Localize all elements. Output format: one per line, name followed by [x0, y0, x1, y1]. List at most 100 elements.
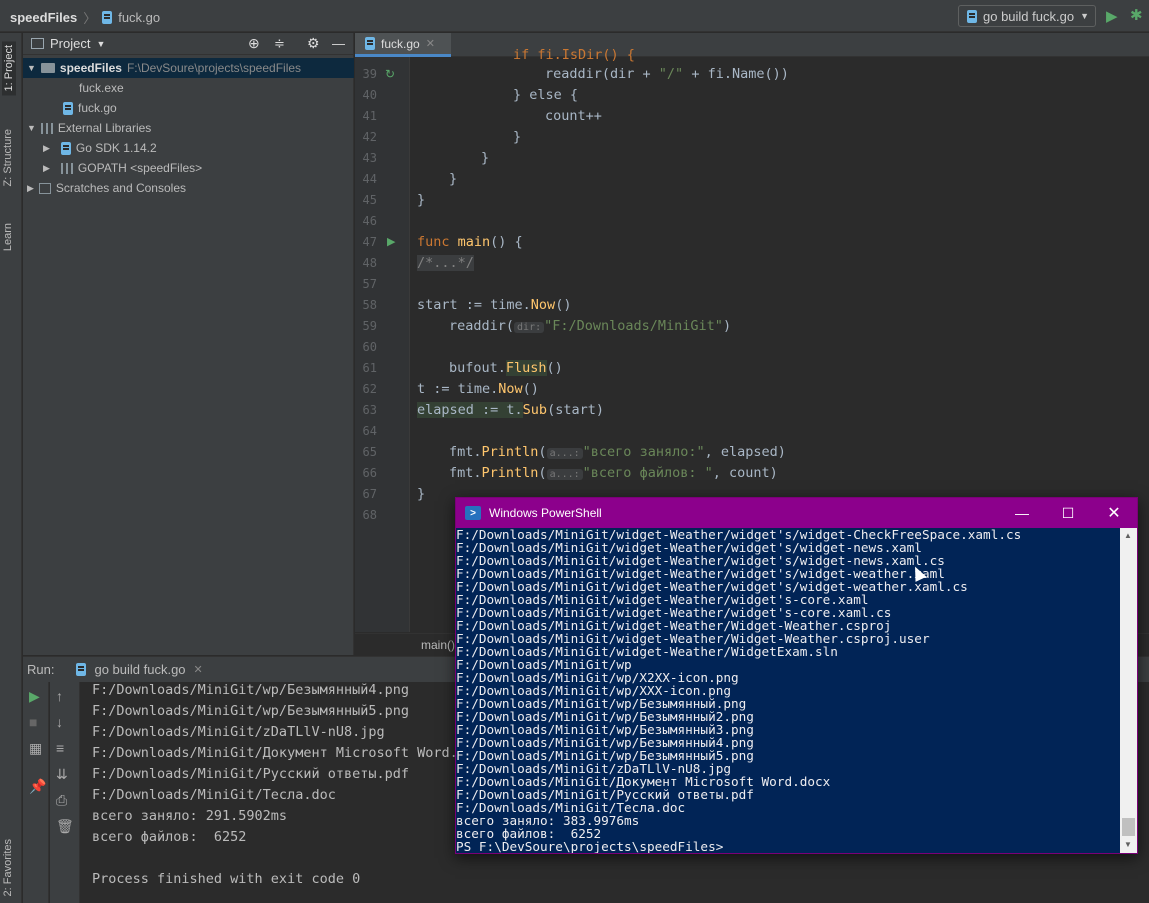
chevron-down-icon: ▼ — [1080, 11, 1089, 21]
run-panel-label: Run: — [27, 662, 55, 677]
parameter-hint: dir: — [514, 322, 545, 333]
gear-icon[interactable]: ⚙ — [307, 35, 320, 52]
code-line: if fi.IsDir() { — [513, 47, 635, 63]
exe-file-icon — [63, 82, 74, 95]
run-icon[interactable]: ▶ — [1106, 7, 1118, 25]
tree-item-fuck-go[interactable]: fuck.go — [63, 98, 117, 118]
line-number: 48 — [362, 256, 377, 270]
code-line: count++ — [545, 108, 602, 124]
run-configuration-select[interactable]: go build fuck.go ▼ — [958, 5, 1096, 27]
code-line: } — [449, 171, 458, 187]
collapse-all-icon[interactable]: ≑ — [274, 36, 285, 52]
code-line: } else { — [513, 87, 579, 103]
code-line: t := time.Now() — [417, 381, 539, 397]
powershell-window[interactable]: > Windows PowerShell — ☐ ✕ F:/Downloads/… — [455, 497, 1138, 854]
code-line: fmt.Println(a...: "всего заняло:", elapse… — [449, 444, 786, 460]
pin-icon[interactable]: 📌 — [29, 778, 46, 795]
run-tab-label[interactable]: go build fuck.go — [94, 662, 185, 677]
editor-gutter: 39 40 41 42 43 44 45 46 47 48 57 58 59 6… — [355, 57, 410, 632]
scrollbar-thumb[interactable] — [1122, 818, 1135, 836]
minimize-icon[interactable]: — — [999, 498, 1045, 528]
powershell-titlebar[interactable]: > Windows PowerShell — ☐ ✕ — [456, 498, 1137, 528]
powershell-scrollbar[interactable]: ▲ ▼ — [1120, 528, 1137, 853]
arrow-down-icon[interactable]: ↓ — [56, 714, 63, 730]
line-number: 39 — [362, 67, 377, 81]
console-line: всего файлов: 6252 — [92, 829, 247, 845]
tree-item-fuck-exe[interactable]: fuck.exe — [63, 78, 124, 98]
console-line: F:/Downloads/MiniGit/Тесла.doc — [92, 787, 336, 803]
code-line-folded-comment[interactable]: /*...*/ — [417, 255, 474, 271]
console-line: F:/Downloads/MiniGit/Документ Microsoft … — [92, 745, 466, 761]
chevron-right-icon: ▶ — [27, 182, 34, 193]
tree-item-external-libraries[interactable]: ▼ External Libraries — [27, 118, 151, 138]
console-line: F:/Downloads/MiniGit/Русский ответы.pdf — [92, 766, 409, 782]
line-number: 62 — [362, 382, 377, 396]
parameter-hint: a...: — [546, 469, 583, 480]
close-icon[interactable]: ✕ — [1091, 498, 1137, 528]
line-number: 60 — [362, 340, 377, 354]
project-view-icon — [31, 38, 44, 49]
debug-icon[interactable]: ✱ — [1130, 6, 1143, 24]
line-number: 40 — [362, 88, 377, 102]
tool-tab-project[interactable]: 1: Project — [2, 41, 16, 96]
line-number: 65 — [362, 445, 377, 459]
arrow-up-icon[interactable]: ↑ — [56, 688, 63, 704]
maximize-icon[interactable]: ☐ — [1045, 498, 1091, 528]
rerun-icon[interactable]: ▶ — [29, 688, 40, 705]
powershell-console[interactable]: F:/Downloads/MiniGit/widget-Weather/widg… — [456, 528, 1120, 853]
line-number: 68 — [362, 508, 377, 522]
close-icon[interactable]: ✕ — [426, 37, 435, 50]
hide-panel-icon[interactable]: — — [332, 36, 345, 51]
line-number: 45 — [362, 193, 377, 207]
locate-icon[interactable]: ⊕ — [248, 35, 260, 52]
line-number: 67 — [362, 487, 377, 501]
editor-tab-bar: fuck.go ✕ — [355, 33, 1149, 57]
breadcrumb-project[interactable]: speedFiles — [10, 10, 77, 25]
tool-tab-learn[interactable]: Learn — [2, 223, 14, 251]
code-line: bufout.Flush() — [449, 360, 563, 376]
code-line: fmt.Println(a...: "всего файлов: ", count… — [449, 465, 778, 481]
tree-item-root[interactable]: ▼ speedFiles F:\DevSoure\projects\speedF… — [23, 58, 354, 78]
print-icon[interactable]: ⎙ — [56, 792, 67, 809]
go-file-icon — [60, 141, 71, 155]
scroll-up-icon[interactable]: ▲ — [1124, 531, 1132, 540]
stop-icon[interactable]: ■ — [29, 714, 37, 730]
tool-tab-structure[interactable]: Z: Structure — [2, 129, 14, 186]
tree-item-scratches[interactable]: ▶ Scratches and Consoles — [27, 178, 186, 198]
code-line: } — [417, 192, 426, 208]
run-toolbar-right: ↑ ↓ ≡ ⇊ ⎙ 🗑 — [50, 682, 80, 903]
go-file-icon — [967, 9, 977, 23]
library-icon — [60, 162, 73, 174]
layout-icon[interactable]: ▦ — [29, 740, 42, 757]
trash-icon[interactable]: 🗑 — [56, 818, 74, 835]
tree-item-label: Go SDK 1.14.2 — [75, 141, 157, 155]
tree-item-gopath[interactable]: ▶ GOPATH <speedFiles> — [43, 158, 202, 178]
close-icon[interactable]: ✕ — [194, 663, 203, 676]
folder-icon — [40, 63, 55, 73]
run-gutter-icon[interactable]: ▶ — [387, 235, 395, 248]
scroll-down-icon[interactable]: ▼ — [1124, 840, 1132, 849]
line-number: 43 — [362, 151, 377, 165]
chevron-down-icon[interactable]: ▼ — [96, 39, 105, 49]
chevron-down-icon: ▼ — [27, 123, 36, 133]
tree-item-label: GOPATH <speedFiles> — [77, 161, 203, 175]
line-number: 46 — [362, 214, 377, 228]
recursion-icon: ↻ — [385, 67, 396, 81]
breadcrumb-file[interactable]: fuck.go — [118, 10, 160, 25]
console-line: F:/Downloads/MiniGit/zDaTLlV-nU8.jpg — [92, 724, 385, 740]
scroll-to-end-icon[interactable]: ⇊ — [56, 766, 68, 783]
left-tool-strip: 1: Project Z: Structure Learn 2: Favorit… — [0, 33, 22, 903]
tree-item-go-sdk[interactable]: ▶ Go SDK 1.14.2 — [43, 138, 157, 158]
project-panel-header: Project ▼ ⊕ ≑ ⚙ — — [23, 33, 354, 55]
tool-tab-favorites[interactable]: 2: Favorites — [2, 839, 14, 896]
editor-tab-fuck-go[interactable]: fuck.go ✕ — [355, 33, 451, 57]
chevron-right-icon: 〉 — [83, 11, 97, 26]
code-line: readdir(dir + "/" + fi.Name()) — [545, 66, 789, 82]
chevron-down-icon: ▼ — [27, 63, 36, 73]
soft-wrap-icon[interactable]: ≡ — [56, 740, 64, 756]
function-breadcrumb[interactable]: main() — [421, 638, 455, 652]
line-number: 47 — [362, 235, 377, 249]
project-panel-title[interactable]: Project — [50, 36, 90, 51]
code-line: elapsed := t.Sub(start) — [417, 402, 604, 418]
powershell-icon: > — [465, 506, 481, 520]
